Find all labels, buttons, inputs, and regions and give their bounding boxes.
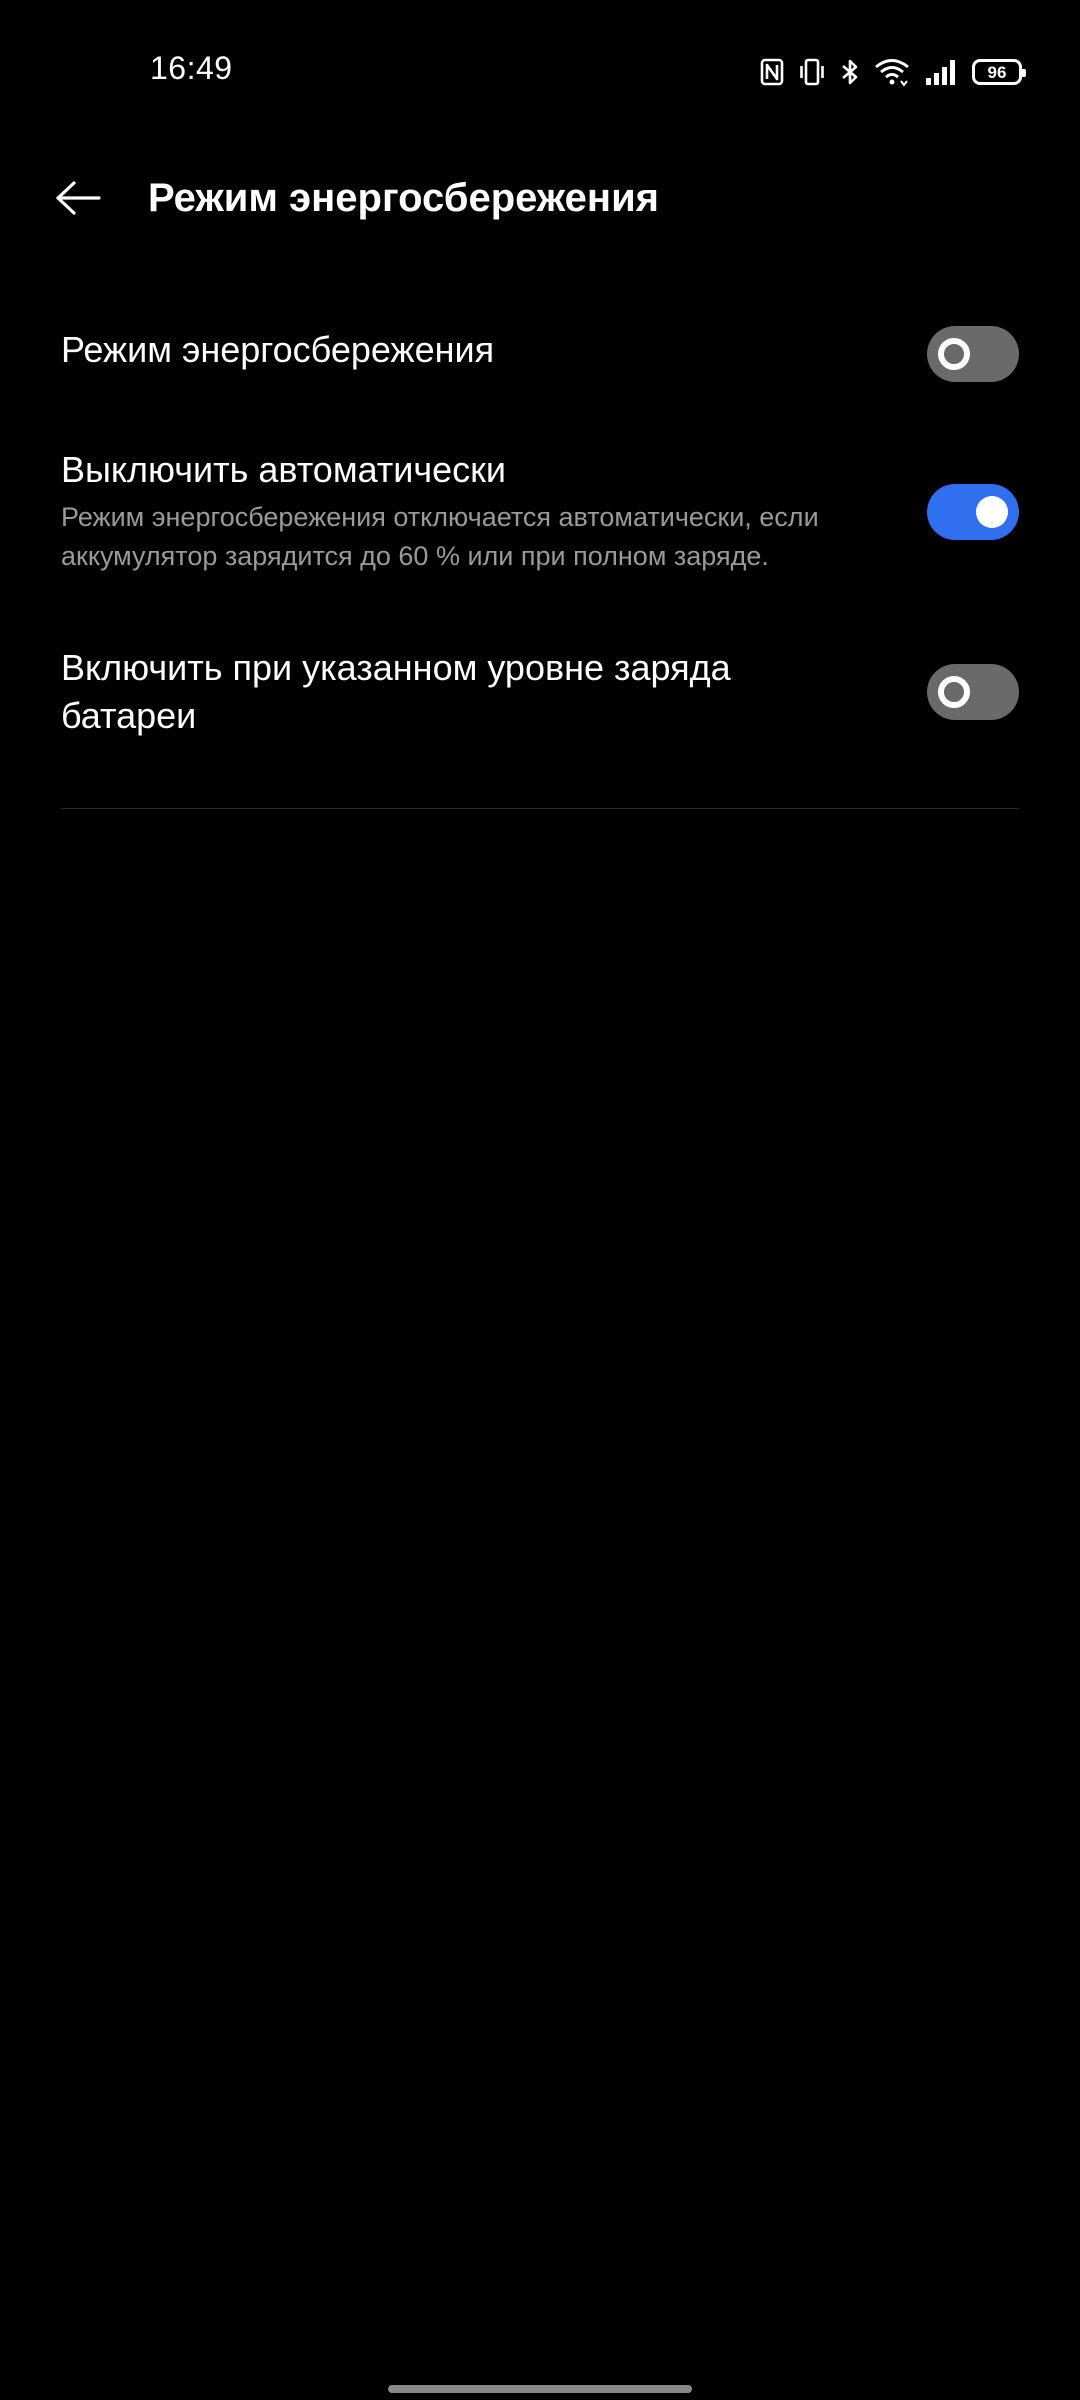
setting-row-enable-at-level[interactable]: Включить при указанном уровне заряда бат… [61,644,1019,754]
setting-description: Режим энергосбережения отключается автом… [61,502,819,571]
bluetooth-icon [840,57,860,87]
page-title: Режим энергосбережения [148,176,660,220]
status-bar: 16:49 96 [0,0,1080,145]
toggle-knob [938,676,970,708]
enable-at-level-toggle[interactable] [927,664,1019,720]
setting-row-power-saving[interactable]: Режим энергосбережения [61,320,1019,388]
nfc-icon [760,57,784,87]
home-indicator[interactable] [388,2385,692,2393]
battery-icon: 96 [972,59,1026,85]
cellular-signal-icon [924,57,958,87]
setting-title: Выключить автоматически [61,449,507,490]
status-icons: 96 [760,54,1026,90]
toggle-knob [976,496,1008,528]
toggle-knob [938,338,970,370]
back-button[interactable] [46,160,110,240]
battery-level: 96 [987,62,1007,82]
status-time: 16:49 [150,50,233,86]
app-bar: Режим энергосбережения [0,160,1080,240]
wifi-icon [874,57,910,87]
divider [61,808,1019,809]
vibrate-icon [798,57,826,87]
setting-title: Режим энергосбережения [61,329,495,370]
power-saving-toggle[interactable] [927,326,1019,382]
setting-title: Включить при указанном уровне заряда бат… [61,647,731,736]
setting-row-auto-disable[interactable]: Выключить автоматически Режим энергосбер… [61,446,1019,586]
arrow-left-icon [55,180,101,221]
auto-disable-toggle[interactable] [927,484,1019,540]
